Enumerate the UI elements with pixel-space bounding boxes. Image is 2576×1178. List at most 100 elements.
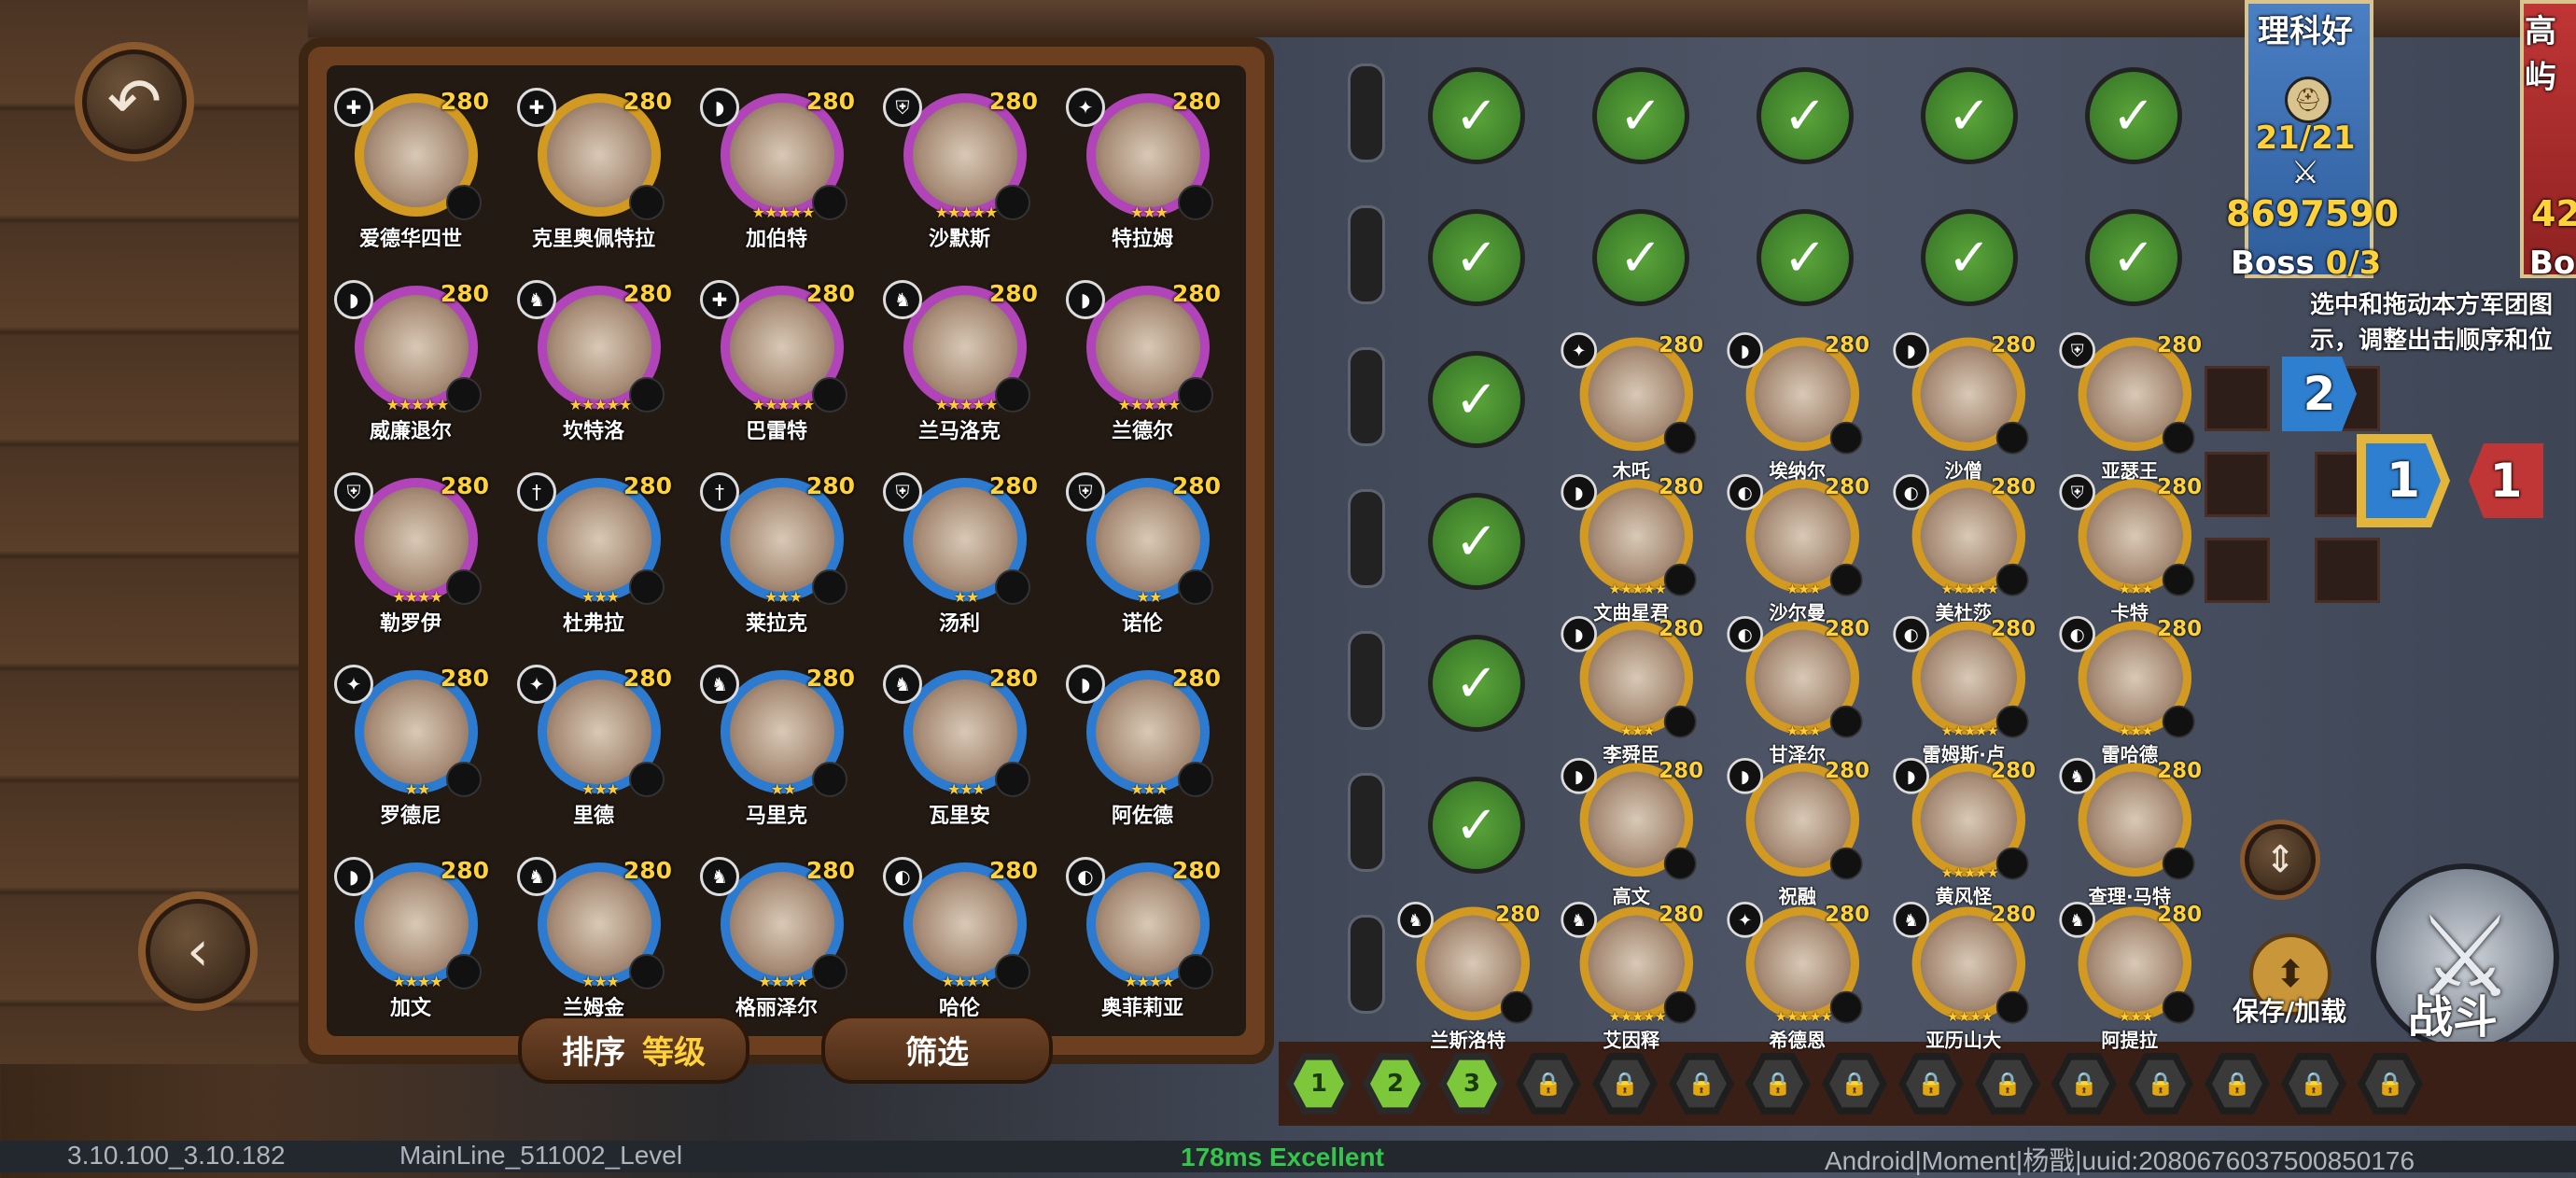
roster-hero-card[interactable]: † 280 ★★★ 莱拉克	[693, 461, 861, 648]
ready-check-icon: ✓	[1428, 777, 1525, 874]
hero-name: 特拉姆	[1111, 228, 1173, 251]
ready-check-icon: ✓	[1757, 67, 1854, 164]
order-badge-2[interactable]: 2	[2282, 357, 2357, 431]
save-load-label: 保存/加载	[2233, 996, 2347, 1027]
roster-hero-card[interactable]: ◗ 280 ★★★★★ 兰德尔	[1058, 269, 1226, 456]
roster-hero-card[interactable]: ♞ 280 ★★★★★ 坎特洛	[510, 269, 678, 456]
row-drag-handle[interactable]	[1348, 205, 1385, 304]
hero-level: 280	[1825, 332, 1870, 358]
hero-name: 爱德华四世	[358, 228, 462, 251]
hero-class-icon: ◗	[700, 88, 739, 127]
order-badge-1[interactable]: 1	[2357, 434, 2450, 527]
roster-hero-card[interactable]: ◐ 280 ★★★★ 哈伦	[875, 846, 1043, 1032]
hero-name: 马里克	[745, 805, 807, 828]
formation-cell[interactable]	[2205, 452, 2270, 517]
row-drag-handle[interactable]	[1348, 489, 1385, 588]
army-hero-card[interactable]: ♞ 280 ★★★★ 亚历山大	[1886, 891, 2041, 1063]
hero-name: 沙默斯	[928, 228, 990, 251]
army-hero-card[interactable]: ✦ 280 ★★★★★ 希德恩	[1720, 891, 1875, 1063]
hero-stars: ★★★★★	[1608, 581, 1667, 597]
swap-button[interactable]: ⇕	[2240, 820, 2320, 900]
lock-icon: 🔒	[2223, 1071, 2251, 1097]
roster-hero-card[interactable]: ⛨ 280 ★★★★★ 沙默斯	[875, 77, 1043, 263]
row-drag-handle[interactable]	[1348, 63, 1385, 162]
hero-name: 格丽泽尔	[735, 997, 818, 1020]
hero-level: 280	[2157, 616, 2203, 641]
roster-hero-card[interactable]: ✦ 280 ★★ 罗德尼	[327, 653, 495, 840]
hero-level: 280	[440, 472, 489, 499]
roster-hero-card[interactable]: ◐ 280 ★★★★ 奥菲莉亚	[1058, 846, 1226, 1032]
row-drag-handle[interactable]	[1348, 631, 1385, 730]
hero-class-icon: ♞	[517, 280, 556, 319]
army-hero-card[interactable]: ♞ 280 ★★★★★ 艾因释	[1554, 891, 1709, 1063]
roster-hero-card[interactable]: ⛨ 280 ★★ 汤利	[875, 461, 1043, 648]
hero-level: 280	[440, 857, 489, 884]
order-badge-2-label: 2	[2303, 367, 2336, 421]
roster-hero-card[interactable]: ♞ 280 ★★★★★ 兰马洛克	[875, 269, 1043, 456]
army-hero-card[interactable]: ♞ 280 ★★★ 阿提拉	[2052, 891, 2207, 1063]
ready-check-icon: ✓	[1921, 67, 2018, 164]
roster-hero-card[interactable]: ◗ 280 ★★★★★ 威廉退尔	[327, 269, 495, 456]
roster-hero-card[interactable]: ✚ 280 爱德华四世	[327, 77, 495, 263]
roster-hero-card[interactable]: ✚ 280 ★★★★★ 巴雷特	[693, 269, 861, 456]
back-arrow-icon: ↶	[106, 63, 162, 140]
enemy-boss-label: Bo	[2529, 245, 2576, 282]
hero-stars: ★★★★★	[1774, 1008, 1833, 1025]
roster-hero-card[interactable]: ♞ 280 ★★★★ 格丽泽尔	[693, 846, 861, 1032]
hero-name: 希德恩	[1769, 1031, 1827, 1053]
row-drag-handle[interactable]	[1348, 773, 1385, 872]
lock-icon: 🔒	[2070, 1071, 2098, 1097]
roster-hero-card[interactable]: ♞ 280 ★★★ 兰姆金	[510, 846, 678, 1032]
hero-name: 亚历山大	[1925, 1031, 2002, 1053]
hero-level: 280	[988, 88, 1038, 115]
row-drag-handle[interactable]	[1348, 347, 1385, 446]
sort-label: 排序	[562, 1033, 625, 1072]
roster-hero-card[interactable]: ✦ 280 ★★★ 特拉姆	[1058, 77, 1226, 263]
hero-class-icon: ◐	[1727, 616, 1763, 652]
formation-cell[interactable]	[2205, 366, 2270, 431]
hero-class-icon: ✚	[517, 88, 556, 127]
hero-class-icon: ◗	[1066, 280, 1105, 319]
roster-hero-card[interactable]: ♞ 280 ★★★ 瓦里安	[875, 653, 1043, 840]
hero-stars: ★★★★★	[1940, 722, 1999, 739]
roster-hero-card[interactable]: ✦ 280 ★★★ 里德	[510, 653, 678, 840]
roster-hero-card[interactable]: ◗ 280 ★★★ 阿佐德	[1058, 653, 1226, 840]
roster-hero-card[interactable]: † 280 ★★★ 杜弗拉	[510, 461, 678, 648]
lock-icon: 🔒	[1611, 1071, 1639, 1097]
hero-stars: ★★★	[2118, 581, 2154, 597]
hero-class-icon: ⛨	[883, 88, 922, 127]
roster-hero-card[interactable]: ⛨ 280 ★★ 诺伦	[1058, 461, 1226, 648]
roster-hero-card[interactable]: ◗ 280 ★★★★★ 加伯特	[693, 77, 861, 263]
back-button[interactable]: ↶	[75, 42, 194, 161]
hero-class-icon: ◐	[1893, 474, 1929, 511]
hero-level: 280	[440, 665, 489, 692]
swap-vertical-icon: ⇕	[2264, 838, 2296, 881]
lock-icon: 🔒	[2300, 1071, 2328, 1097]
roster-hero-card[interactable]: ⛨ 280 ★★★★ 勒罗伊	[327, 461, 495, 648]
formation-cell[interactable]	[2315, 538, 2380, 603]
hero-level: 280	[1171, 665, 1221, 692]
hero-stars: ★★★★★	[934, 396, 999, 414]
hero-class-icon: ♞	[517, 857, 556, 896]
hero-stars: ★★★	[2118, 722, 2154, 739]
row-drag-handle[interactable]	[1348, 915, 1385, 1014]
ready-check-icon: ✓	[1757, 209, 1854, 306]
hero-stars: ★★★	[1619, 722, 1656, 739]
hero-level: 280	[988, 280, 1038, 307]
collapse-button[interactable]: ‹	[138, 891, 258, 1011]
hero-name: 加伯特	[745, 228, 807, 251]
army-hero-card[interactable]: ♞ 280 兰斯洛特	[1391, 891, 1546, 1063]
roster-hero-card[interactable]: ✚ 280 克里奥佩特拉	[510, 77, 678, 263]
ready-check-icon: ✓	[1428, 351, 1525, 448]
hero-level: 280	[805, 280, 855, 307]
roster-hero-card[interactable]: ♞ 280 ★★ 马里克	[693, 653, 861, 840]
hero-stars: ★★★	[581, 588, 620, 606]
formation-cell[interactable]	[2205, 538, 2270, 603]
hero-class-icon: ◗	[334, 280, 373, 319]
hero-name: 坎特洛	[562, 420, 624, 443]
ready-check-icon: ✓	[1428, 635, 1525, 732]
hero-stars: ★★★★★	[751, 203, 816, 221]
hero-level: 280	[1991, 616, 2037, 641]
hero-class-icon: ◐	[1893, 616, 1929, 652]
roster-hero-card[interactable]: ◗ 280 ★★★★ 加文	[327, 846, 495, 1032]
